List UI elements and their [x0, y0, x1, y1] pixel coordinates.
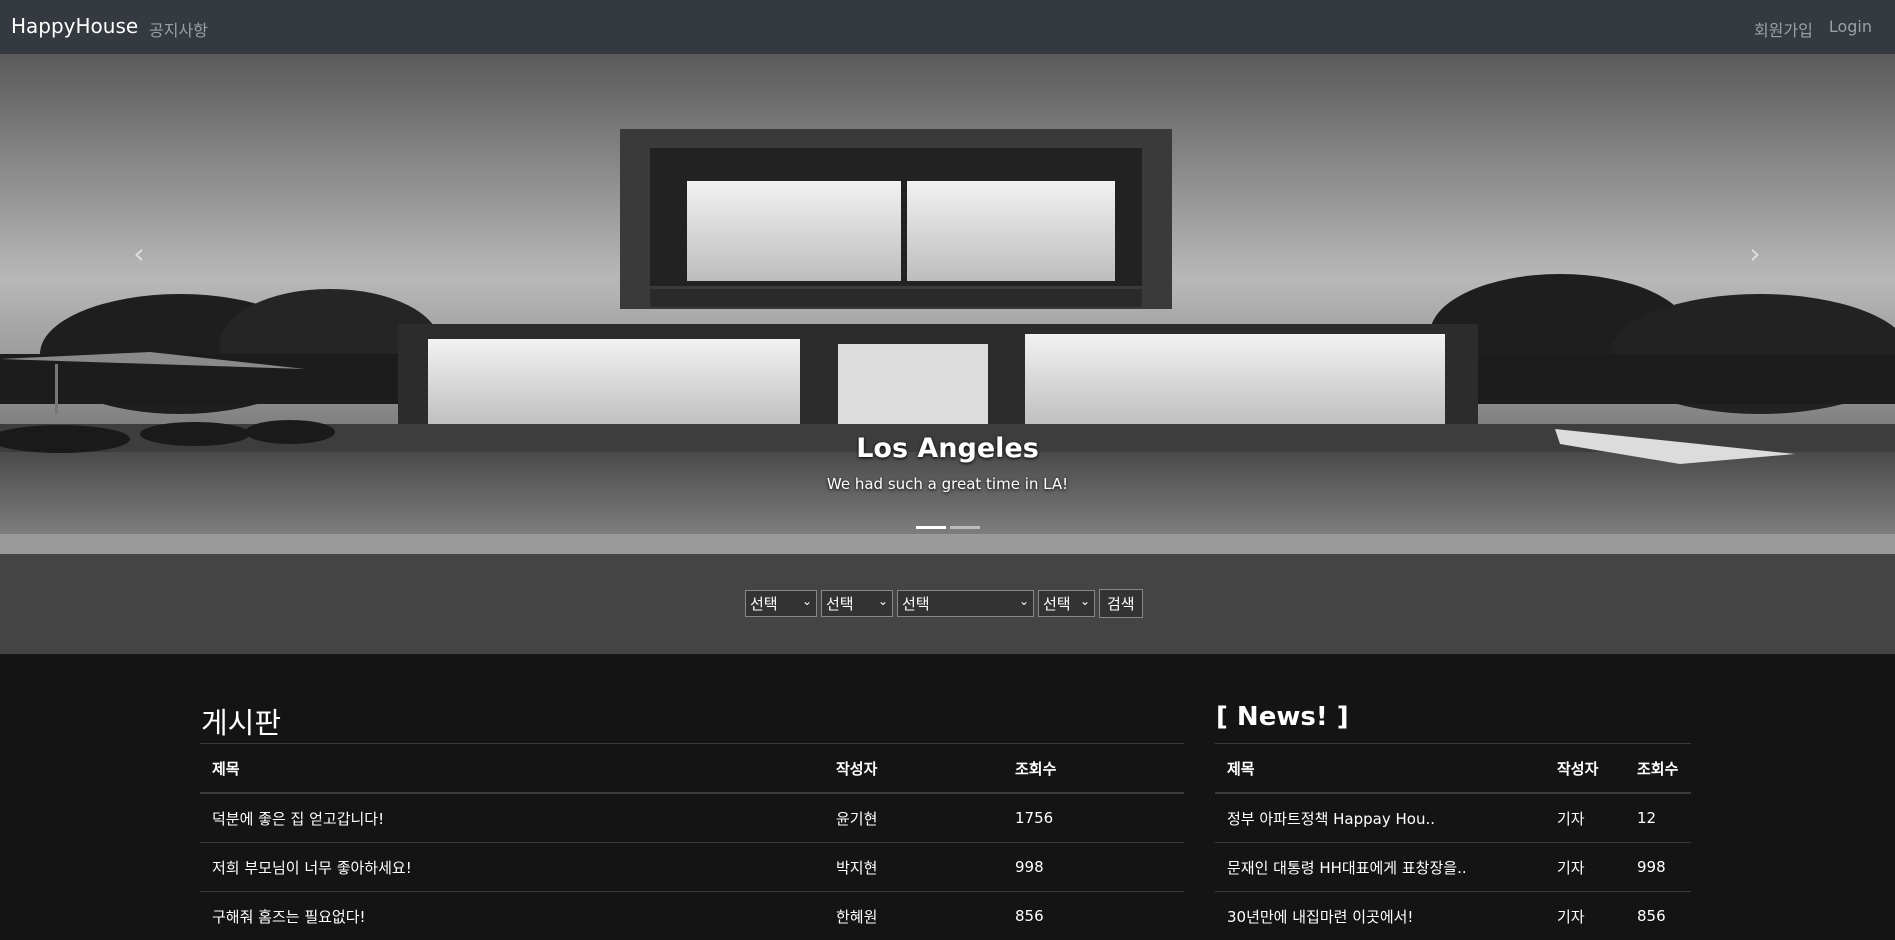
- nav-right: 회원가입 Login: [1754, 17, 1872, 41]
- carousel-indicators: [0, 526, 1895, 529]
- news-title: [ News! ]: [1216, 702, 1349, 732]
- hero-caption-subtitle: We had such a great time in LA!: [0, 475, 1895, 493]
- post-title[interactable]: 저희 부모님이 너무 좋아하세요!: [200, 843, 824, 892]
- table-row[interactable]: 저희 부모님이 너무 좋아하세요! 박지현 998: [200, 843, 1184, 892]
- search-button[interactable]: 검색: [1099, 589, 1143, 618]
- select-type-value: 선택: [1043, 595, 1071, 613]
- select-gugun[interactable]: 선택 ⌄: [821, 590, 893, 617]
- column-header-author: 작성자: [1545, 744, 1625, 794]
- select-dong[interactable]: 선택 ⌄: [897, 590, 1034, 617]
- chevron-down-icon: ⌄: [878, 594, 888, 608]
- carousel-indicator[interactable]: [950, 526, 980, 529]
- post-views: 998: [1003, 843, 1184, 892]
- column-header-title: 제목: [200, 744, 824, 794]
- select-dong-value: 선택: [902, 595, 930, 613]
- table-row[interactable]: 덕분에 좋은 집 얻고갑니다! 윤기현 1756: [200, 793, 1184, 843]
- select-sido-value: 선택: [750, 595, 778, 613]
- news-headline[interactable]: 문재인 대통령 HH대표에게 표창장을..: [1215, 843, 1545, 892]
- column-header-title: 제목: [1215, 744, 1545, 794]
- column-header-views: 조회수: [1625, 744, 1691, 794]
- nav-link-login[interactable]: Login: [1829, 17, 1872, 41]
- navbar: HappyHouse 공지사항 회원가입 Login: [0, 0, 1895, 54]
- brand-logo[interactable]: HappyHouse: [11, 14, 138, 38]
- table-header-row: 제목 작성자 조회수: [1215, 744, 1691, 794]
- hero-carousel: ‹ › Los Angeles We had such a great time…: [0, 54, 1895, 554]
- board-title: 게시판: [201, 700, 281, 742]
- post-title[interactable]: 덕분에 좋은 집 얻고갑니다!: [200, 793, 824, 843]
- search-band: 선택 ⌄ 선택 ⌄ 선택 ⌄ 선택 ⌄ 검색: [0, 554, 1895, 654]
- column-header-author: 작성자: [824, 744, 1003, 794]
- search-row: 선택 ⌄ 선택 ⌄ 선택 ⌄ 선택 ⌄ 검색: [745, 589, 1143, 618]
- select-type[interactable]: 선택 ⌄: [1038, 590, 1095, 617]
- chevron-down-icon: ⌄: [1080, 594, 1090, 608]
- select-gugun-value: 선택: [826, 595, 854, 613]
- news-headline[interactable]: 정부 아파트정책 Happay Hou..: [1215, 793, 1545, 843]
- post-author: 윤기현: [824, 793, 1003, 843]
- news-views: 12: [1625, 793, 1691, 843]
- chevron-down-icon: ⌄: [802, 594, 812, 608]
- carousel-indicator[interactable]: [916, 526, 946, 529]
- board-table: 제목 작성자 조회수 덕분에 좋은 집 얻고갑니다! 윤기현 1756 저희 부…: [200, 743, 1184, 940]
- news-views: 998: [1625, 843, 1691, 892]
- main-content: 게시판 제목 작성자 조회수 덕분에 좋은 집 얻고갑니다! 윤기현 1756 …: [0, 654, 1895, 933]
- nav-link-signup[interactable]: 회원가입: [1754, 17, 1813, 41]
- table-row[interactable]: 정부 아파트정책 Happay Hou.. 기자 12: [1215, 793, 1691, 843]
- column-header-views: 조회수: [1003, 744, 1184, 794]
- post-views: 1756: [1003, 793, 1184, 843]
- news-author: 기자: [1545, 793, 1625, 843]
- hero-caption-title: Los Angeles: [0, 433, 1895, 464]
- news-table: 제목 작성자 조회수 정부 아파트정책 Happay Hou.. 기자 12 문…: [1215, 743, 1691, 940]
- post-author: 박지현: [824, 843, 1003, 892]
- carousel-next-icon[interactable]: ›: [1740, 239, 1770, 269]
- news-author: 기자: [1545, 843, 1625, 892]
- nav-link-notice[interactable]: 공지사항: [149, 17, 208, 41]
- select-sido[interactable]: 선택 ⌄: [745, 590, 817, 617]
- table-header-row: 제목 작성자 조회수: [200, 744, 1184, 794]
- chevron-down-icon: ⌄: [1019, 594, 1029, 608]
- carousel-prev-icon[interactable]: ‹: [124, 239, 154, 269]
- table-row[interactable]: 문재인 대통령 HH대표에게 표창장을.. 기자 998: [1215, 843, 1691, 892]
